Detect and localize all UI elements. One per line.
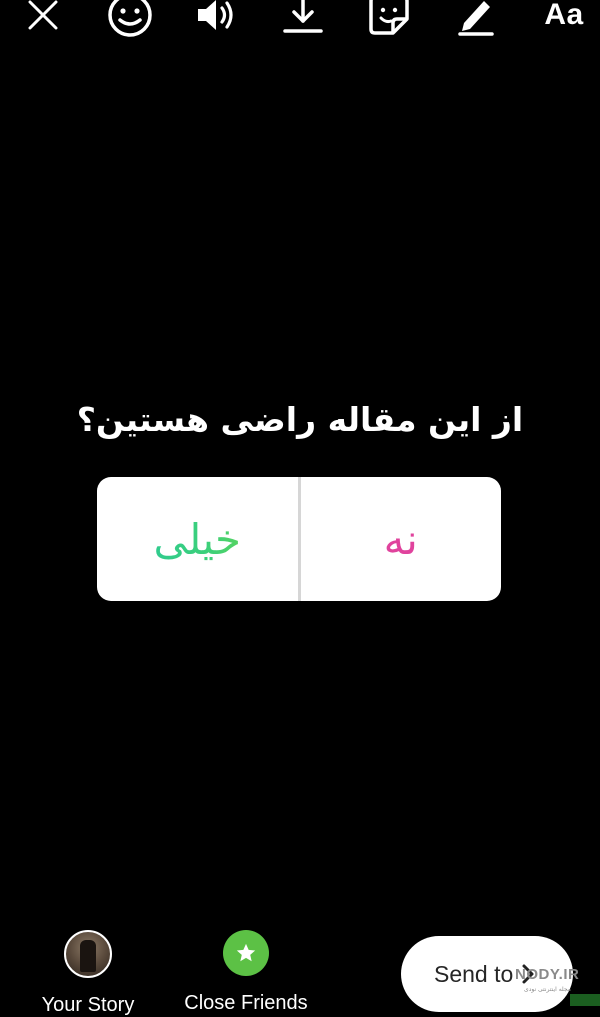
text-tool-label: Aa — [544, 0, 584, 31]
send-to-label: Send to — [434, 960, 514, 987]
pen-icon — [458, 1, 494, 36]
text-tool-button[interactable]: Aa — [534, 0, 594, 38]
speaker-icon — [198, 0, 233, 30]
draw-button[interactable] — [450, 0, 502, 38]
download-icon — [283, 0, 323, 33]
watermark-flag — [570, 994, 600, 1006]
poll-sticker: نه خیلی — [97, 477, 501, 601]
close-button[interactable] — [17, 0, 69, 38]
sticker-button[interactable] — [363, 0, 415, 38]
poll-option-no[interactable]: نه — [301, 477, 502, 601]
close-friends-button[interactable]: Close Friends — [166, 930, 326, 1015]
face-icon — [108, 0, 152, 37]
poll-option-yes[interactable]: خیلی — [97, 477, 298, 601]
top-toolbar: Aa — [0, 0, 600, 40]
save-button[interactable] — [277, 0, 329, 38]
sticker-icon — [369, 0, 409, 35]
watermark-subtext: مجله اینترنتی نودی — [524, 986, 571, 993]
close-icon — [28, 0, 58, 30]
face-filter-button[interactable] — [104, 0, 156, 38]
avatar — [64, 930, 112, 978]
star-icon — [223, 930, 269, 976]
sound-button[interactable] — [191, 0, 243, 38]
your-story-button[interactable]: Your Story — [8, 930, 168, 1017]
poll-question: از این مقاله راضی هستین؟ — [76, 400, 524, 439]
close-friends-label: Close Friends — [184, 992, 308, 1014]
watermark: NODY.IR — [515, 966, 580, 983]
